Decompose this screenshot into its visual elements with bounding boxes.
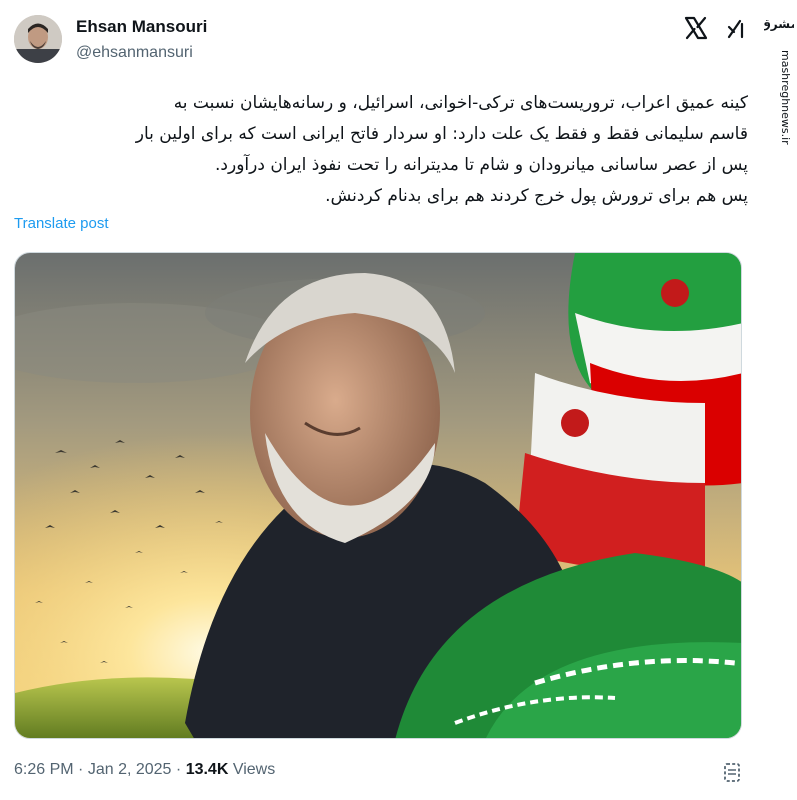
tweet-text: کینه عمیق اعراب، تروریست‌های ترکی-اخوانی…	[14, 88, 748, 212]
tweet-time[interactable]: 6:26 PM	[14, 761, 74, 778]
x-logo-icon	[683, 15, 709, 41]
author-handle[interactable]: @ehsanmansuri	[76, 44, 193, 62]
tweet: Ehsan Mansouri @ehsanmansuri کینه عمیق ا…	[0, 0, 760, 800]
tweet-date[interactable]: Jan 2, 2025	[88, 761, 172, 778]
tweet-text-line: کینه عمیق اعراب، تروریست‌های ترکی-اخوانی…	[173, 93, 748, 113]
tweet-text-line: قاسم سلیمانی فقط و فقط یک علت دارد: او س…	[135, 124, 748, 144]
watermark: مشرق mashreghnews.ir	[760, 0, 797, 800]
mashregh-logo: مشرق	[760, 6, 797, 42]
watermark-url-text: mashreghnews.ir	[779, 50, 792, 145]
separator: ·	[78, 761, 84, 778]
tweet-media-image[interactable]	[14, 252, 742, 739]
separator: ·	[175, 761, 182, 778]
translate-post-link[interactable]: Translate post	[14, 215, 109, 232]
author-name[interactable]: Ehsan Mansouri	[76, 17, 207, 37]
tweet-text-line: پس هم برای ترورش پول خرج کردند هم برای ب…	[325, 186, 748, 206]
grok-icon[interactable]	[725, 18, 747, 40]
avatar[interactable]	[14, 15, 62, 63]
views-label: Views	[232, 761, 276, 778]
watermark-url: mashreghnews.ir	[762, 46, 796, 166]
bookmark-icon[interactable]	[720, 761, 744, 785]
views-count: 13.4K	[185, 761, 229, 778]
tweet-text-line: پس از عصر ساسانی میانرودان و شام تا مدیت…	[215, 155, 748, 175]
watermark-logo-text: مشرق	[764, 17, 794, 31]
tweet-meta: 6:26 PM · Jan 2, 2025 · 13.4K Views	[14, 761, 275, 779]
